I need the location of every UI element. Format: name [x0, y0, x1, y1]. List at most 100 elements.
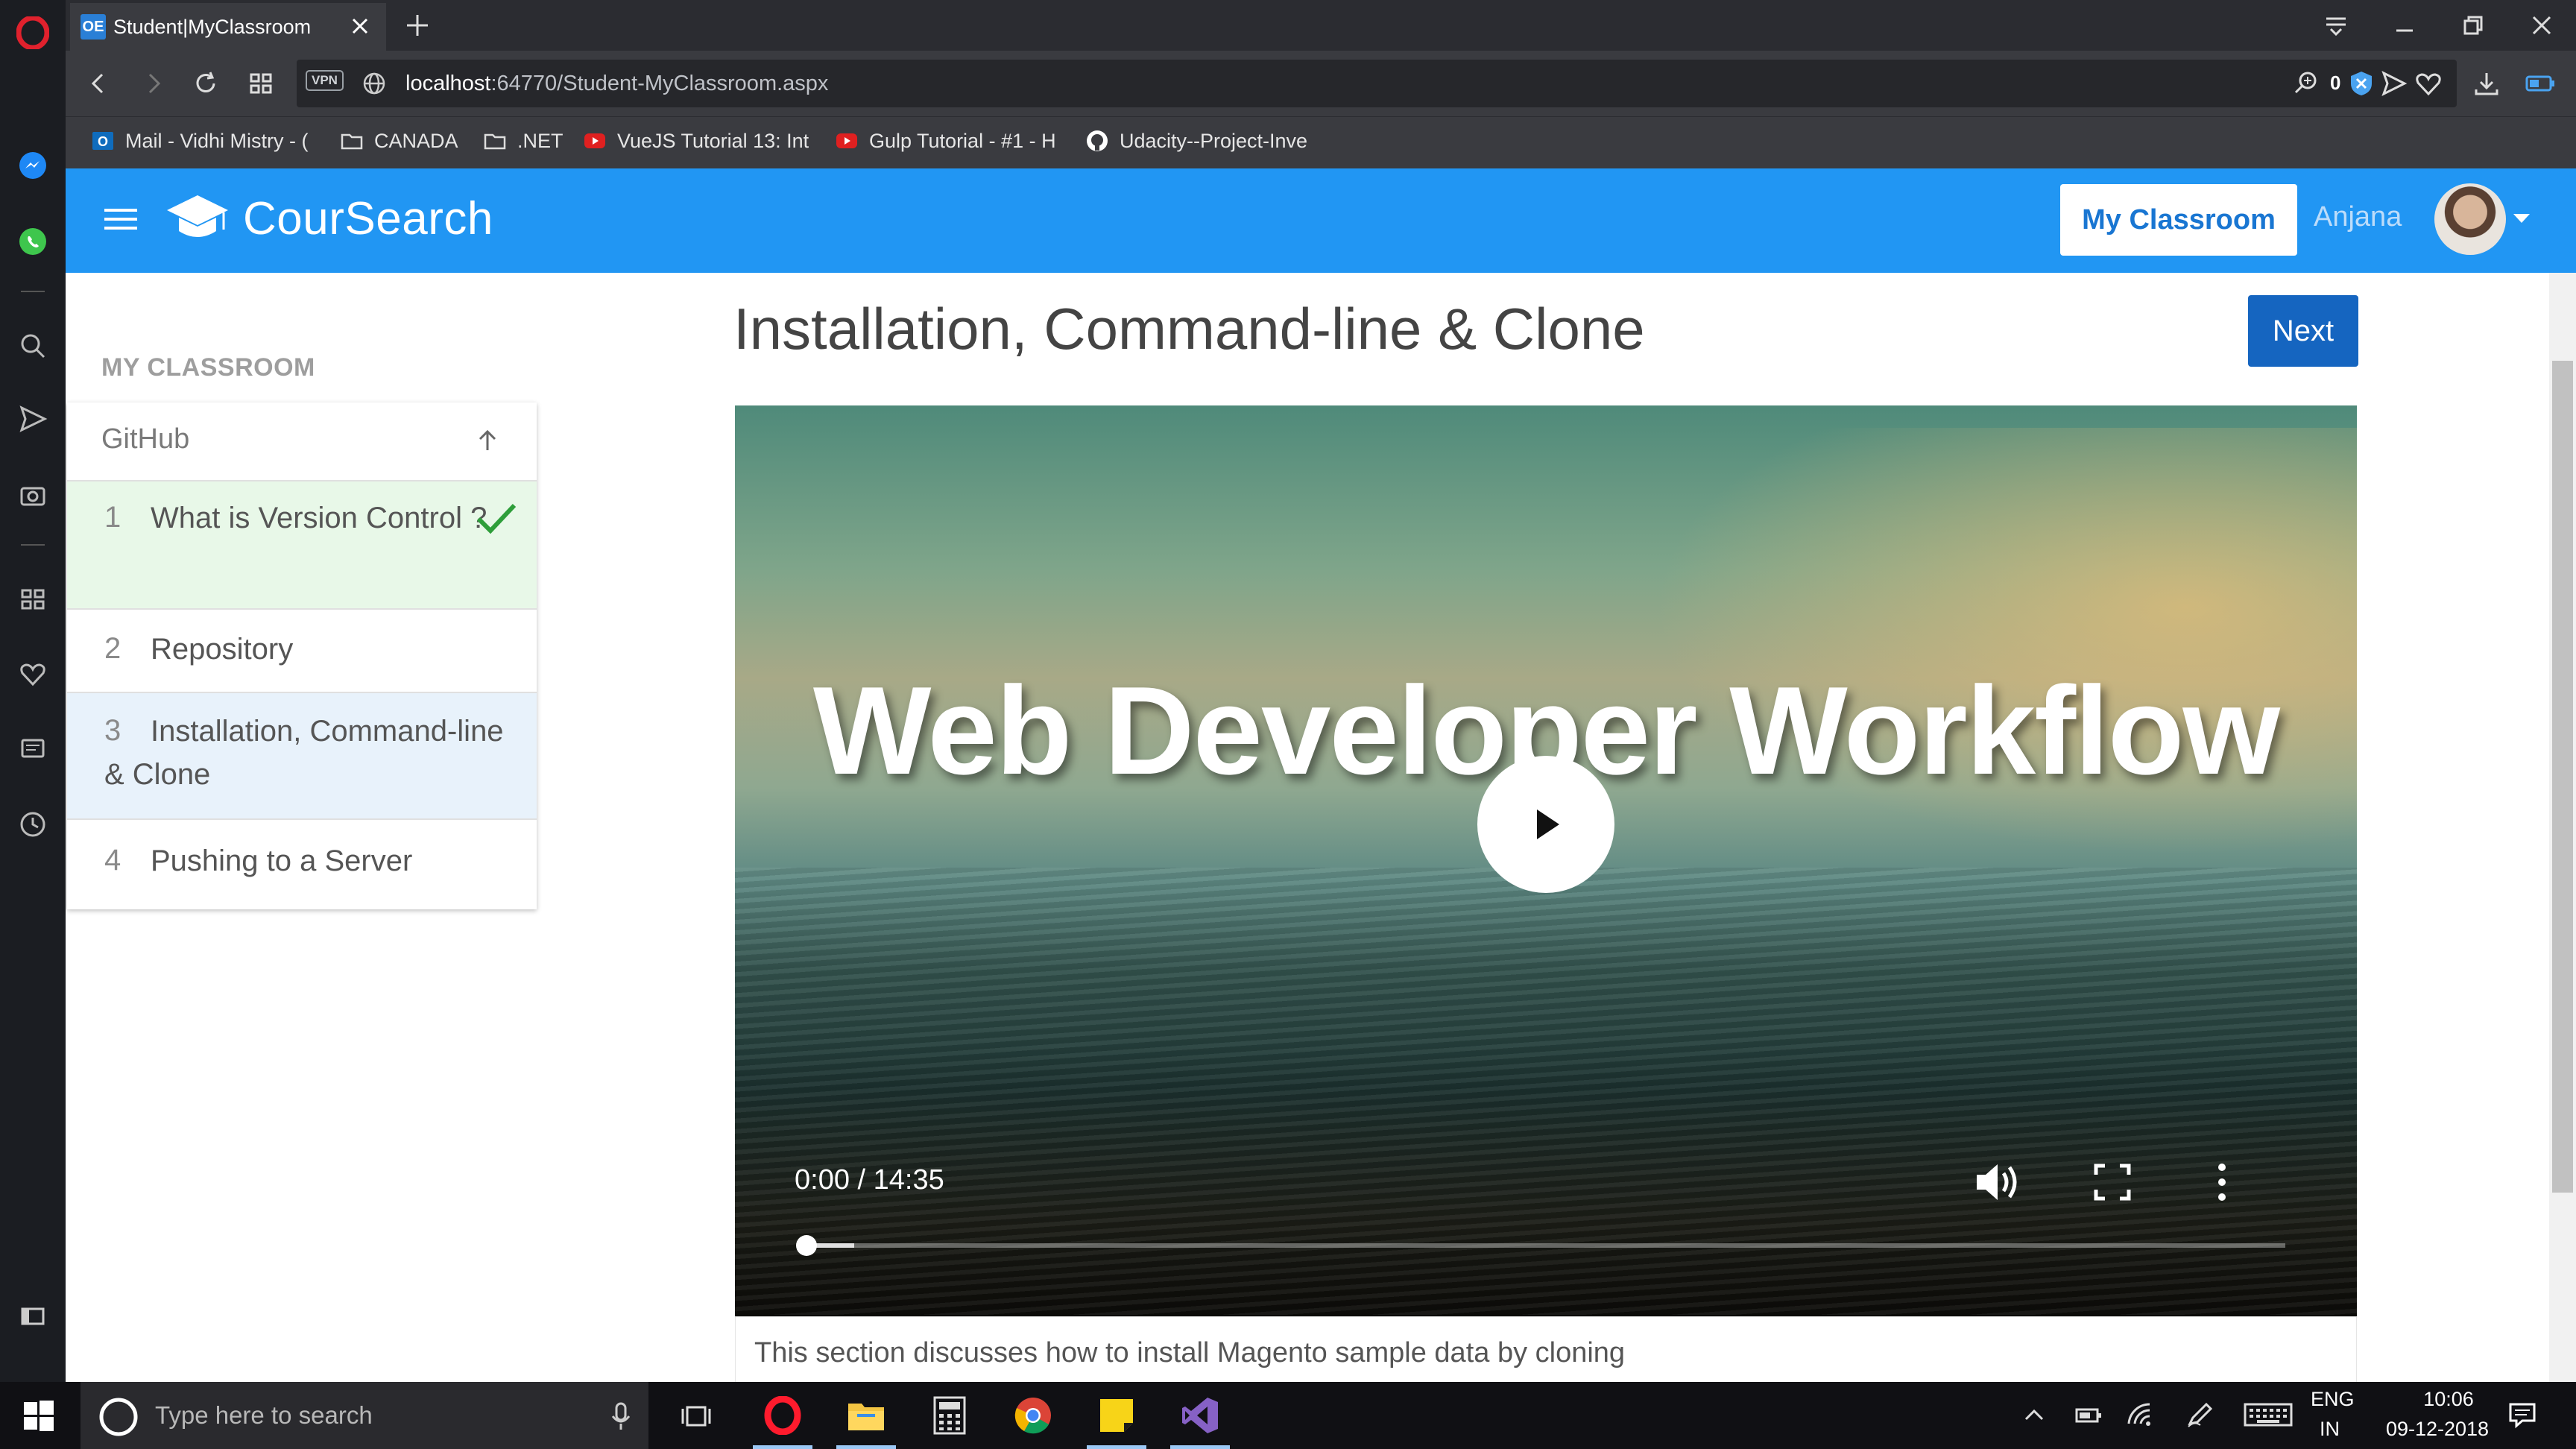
hamburger-menu-icon[interactable] — [101, 204, 140, 234]
bookmark-canada[interactable]: CANADA — [340, 125, 474, 157]
user-menu-caret-icon[interactable] — [2512, 212, 2531, 225]
share-icon[interactable] — [2381, 69, 2408, 98]
folder-icon — [483, 129, 507, 153]
avatar[interactable] — [2434, 183, 2506, 255]
back-icon[interactable] — [83, 69, 113, 98]
new-tab-icon[interactable] — [402, 10, 432, 40]
graduation-cap-icon — [165, 191, 230, 247]
lesson-description: This section discusses how to install Ma… — [754, 1337, 1626, 1368]
bookmark-label: Udacity--Project-Inve — [1120, 129, 1308, 152]
my-classroom-button[interactable]: My Classroom — [2060, 184, 2297, 256]
video-player[interactable]: Web Developer Workflow 0:00 / 14:35 — [735, 405, 2357, 1316]
tab-menu-icon[interactable] — [2302, 0, 2370, 51]
user-name[interactable]: Anjana — [2314, 201, 2402, 233]
volume-icon[interactable] — [1972, 1158, 2024, 1206]
bookmark-label: VueJS Tutorial 13: Int — [617, 129, 809, 152]
tab-student-myclassroom[interactable]: OE Student|MyClassroom — [70, 3, 386, 51]
sidebar-toggle-icon[interactable] — [18, 1301, 48, 1331]
sidebar-lesson-1[interactable]: 1 What is Version Control ? — [67, 480, 537, 608]
bookmark-dotnet[interactable]: .NET — [483, 125, 575, 157]
bookmark-mail[interactable]: O Mail - Vidhi Mistry - ( — [91, 125, 322, 157]
sidebar-lesson-2[interactable]: 2 Repository — [67, 608, 537, 692]
adblock-icon[interactable] — [2349, 70, 2373, 97]
taskbar-chrome[interactable] — [996, 1382, 1070, 1449]
video-sky-glow — [1611, 428, 2357, 875]
lesson-title: What is Version Control ? — [151, 502, 487, 534]
more-options-icon[interactable] — [2211, 1158, 2233, 1206]
brand-name[interactable]: CourSearch — [243, 192, 493, 245]
url-text[interactable]: localhost:64770/Student-MyClassroom.aspx — [405, 67, 828, 100]
sticky-notes-icon — [1099, 1398, 1134, 1433]
bookmark-vuejs[interactable]: VueJS Tutorial 13: Int — [583, 125, 814, 157]
windows-start-icon[interactable] — [22, 1400, 55, 1433]
svg-text:O: O — [98, 134, 108, 149]
microphone-icon[interactable] — [610, 1401, 632, 1431]
input-language[interactable]: ENG — [2311, 1388, 2355, 1411]
send-icon[interactable] — [18, 404, 48, 434]
fullscreen-icon[interactable] — [2092, 1161, 2133, 1203]
heart-icon[interactable] — [18, 659, 48, 689]
messenger-icon[interactable] — [18, 151, 48, 180]
restore-icon[interactable] — [2439, 0, 2507, 51]
zoom-icon[interactable] — [2293, 69, 2320, 98]
pen-icon[interactable] — [2185, 1401, 2215, 1428]
bookmark-gulp[interactable]: Gulp Tutorial - #1 - H — [835, 125, 1066, 157]
outlook-icon: O — [91, 129, 115, 153]
lesson-number: 4 — [104, 844, 121, 877]
clock-time[interactable]: 10:06 — [2400, 1388, 2497, 1411]
reload-icon[interactable] — [191, 69, 221, 98]
play-button[interactable] — [1477, 756, 1614, 893]
taskbar-sticky-notes[interactable] — [1079, 1382, 1154, 1449]
clock-date[interactable]: 09-12-2018 — [2378, 1418, 2497, 1441]
search-icon[interactable] — [18, 331, 48, 361]
taskbar-visual-studio[interactable] — [1163, 1382, 1237, 1449]
opera-icon — [763, 1396, 802, 1435]
play-icon — [1524, 802, 1568, 847]
next-button[interactable]: Next — [2248, 295, 2358, 367]
opera-logo-icon[interactable] — [16, 16, 49, 49]
url-host: localhost — [405, 72, 491, 95]
battery-saver-icon[interactable] — [2524, 69, 2557, 98]
url-path: :64770/Student-MyClassroom.aspx — [490, 72, 829, 95]
news-icon[interactable] — [18, 733, 48, 763]
video-progress-bar[interactable] — [802, 1243, 2285, 1248]
touch-keyboard-icon[interactable] — [2244, 1401, 2293, 1428]
bookmark-heart-icon[interactable] — [2414, 69, 2443, 98]
taskbar-calculator[interactable] — [912, 1382, 987, 1449]
forward-icon[interactable] — [139, 69, 168, 98]
video-scrubber-handle[interactable] — [796, 1235, 817, 1256]
vpn-badge[interactable]: VPN — [306, 70, 344, 91]
input-region[interactable]: IN — [2320, 1418, 2340, 1441]
history-icon[interactable] — [18, 809, 48, 839]
speed-dial-icon[interactable] — [18, 584, 48, 614]
rail-divider — [21, 291, 45, 292]
task-view-icon[interactable] — [680, 1401, 713, 1431]
close-window-icon[interactable] — [2507, 0, 2576, 51]
show-hidden-icons-icon[interactable] — [2021, 1403, 2047, 1428]
collapse-arrow-up-icon[interactable] — [474, 428, 501, 455]
lesson-number: 2 — [104, 632, 121, 665]
download-icon[interactable] — [2472, 69, 2501, 98]
taskbar-opera[interactable] — [745, 1382, 820, 1449]
tiles-icon[interactable] — [246, 69, 276, 98]
video-sea — [735, 868, 2357, 1315]
minimize-icon[interactable] — [2370, 0, 2439, 51]
taskbar-file-explorer[interactable] — [829, 1382, 903, 1449]
sidebar-lesson-4[interactable]: 4 Pushing to a Server — [67, 818, 537, 909]
close-tab-icon[interactable] — [347, 13, 373, 39]
video-time: 0:00 / 14:35 — [795, 1164, 944, 1196]
battery-icon[interactable] — [2074, 1403, 2103, 1428]
course-title[interactable]: GitHub — [101, 423, 189, 455]
adblock-count[interactable]: 0 — [2330, 72, 2340, 95]
tab-bar — [66, 0, 2576, 51]
action-center-icon[interactable] — [2507, 1400, 2537, 1430]
taskbar-search-placeholder[interactable]: Type here to search — [155, 1401, 373, 1430]
bookmark-udacity[interactable]: Udacity--Project-Inve — [1085, 125, 1316, 157]
wifi-icon[interactable] — [2126, 1401, 2156, 1428]
sidebar-lesson-3[interactable]: 3 Installation, Command-line & Clone — [67, 692, 537, 818]
bookmark-label: CANADA — [374, 129, 458, 152]
scrollbar-thumb[interactable] — [2552, 361, 2573, 1193]
tab-title: Student|MyClassroom — [113, 15, 312, 38]
whatsapp-icon[interactable] — [18, 227, 48, 256]
camera-icon[interactable] — [18, 480, 48, 510]
